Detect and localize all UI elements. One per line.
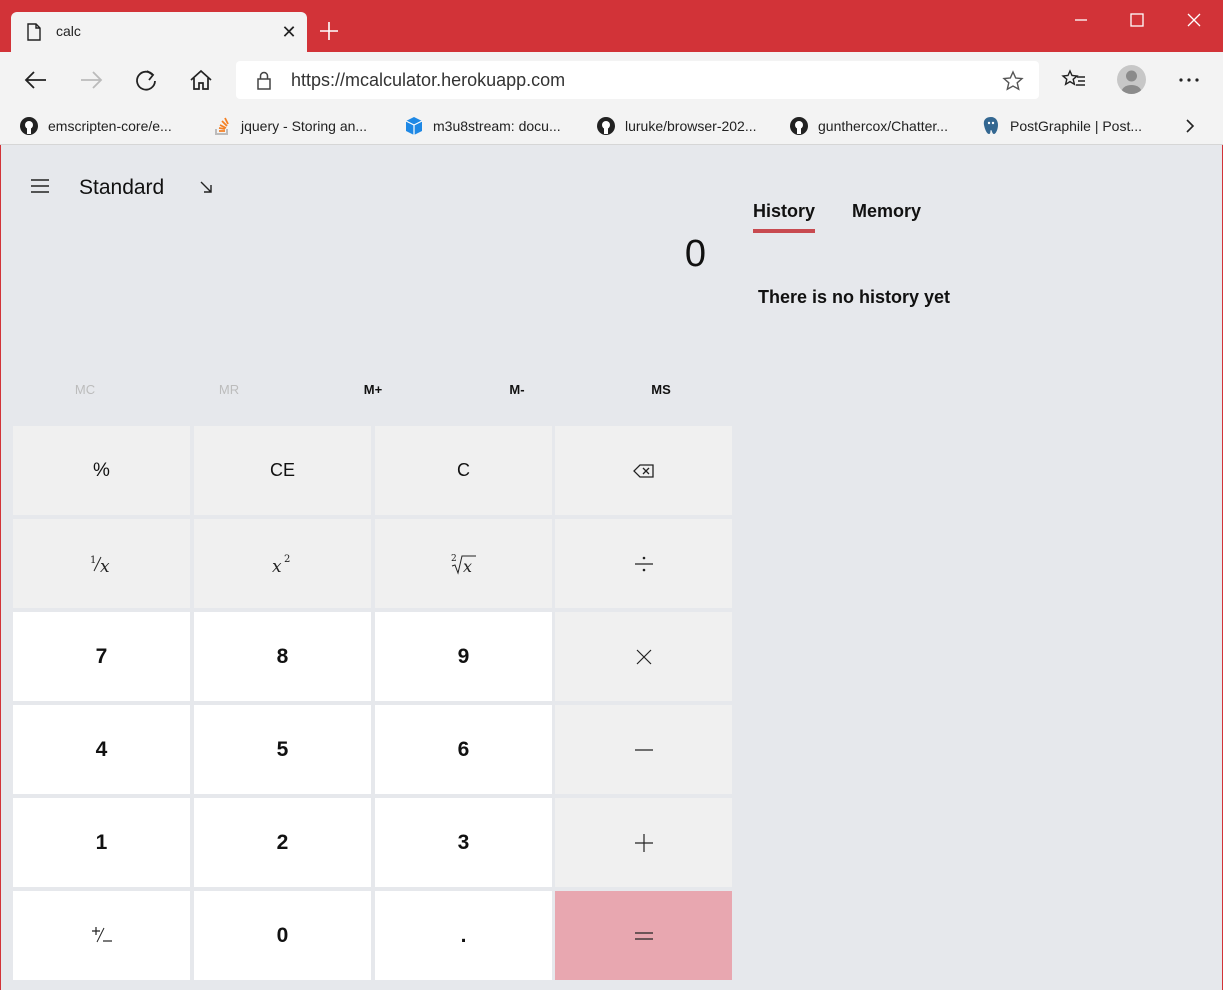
history-empty-message: There is no history yet [758,287,951,307]
address-bar[interactable]: https://mcalculator.herokuapp.com [236,61,1039,99]
memory-clear-button[interactable]: MC [13,382,157,397]
add-button[interactable] [555,798,732,887]
back-icon[interactable] [22,66,50,94]
document-icon [27,23,41,41]
tab-history[interactable]: History [753,201,815,222]
close-window-icon[interactable] [1182,8,1206,32]
bookmarks-bar: emscripten-core/e... jquery - Storing an… [0,108,1223,145]
memory-store-button[interactable]: MS [589,382,733,397]
digit-0-button[interactable]: 0 [194,891,371,980]
bookmark-label: emscripten-core/e... [48,118,172,134]
reciprocal-button[interactable]: 1 x [13,519,190,608]
more-options-icon[interactable] [1175,66,1203,94]
bookmark-label: luruke/browser-202... [625,118,757,134]
bookmark-item[interactable]: PostGraphile | Post... [981,114,1142,138]
github-icon [20,117,38,135]
digit-1-button[interactable]: 1 [13,798,190,887]
new-tab-icon[interactable] [316,18,342,44]
percent-button[interactable]: % [13,426,190,515]
keep-on-top-icon[interactable] [198,179,214,195]
home-icon[interactable] [187,66,215,94]
close-tab-icon[interactable]: ✕ [279,22,299,42]
browser-tab[interactable]: calc ✕ [11,12,307,52]
square-root-button[interactable]: 2 x [375,519,552,608]
github-icon [597,117,615,135]
equals-button[interactable] [555,891,732,980]
bookmark-item[interactable]: jquery - Storing an... [212,114,367,138]
memory-button-row: MC MR M+ M- MS [13,382,733,404]
calculator-app: Standard 0 MC MR M+ M- MS % CE C 1 x x 2… [0,145,1223,990]
clear-entry-button[interactable]: CE [194,426,371,515]
subtract-button[interactable] [555,705,732,794]
bookmark-label: PostGraphile | Post... [1010,118,1143,134]
svg-text:2: 2 [284,554,290,565]
cube-icon [405,117,423,135]
calculator-display: 0 [684,233,706,275]
multiply-button[interactable] [555,612,732,701]
active-tab-indicator [753,229,815,233]
digit-8-button[interactable]: 8 [194,612,371,701]
browser-toolbar: https://mcalculator.herokuapp.com [0,52,1223,108]
plus-icon [634,833,653,852]
negate-button[interactable] [13,891,190,980]
digit-4-button[interactable]: 4 [13,705,190,794]
postgres-icon [983,117,998,134]
bookmark-item[interactable]: gunthercox/Chatter... [789,114,948,138]
digit-3-button[interactable]: 3 [375,798,552,887]
digit-5-button[interactable]: 5 [194,705,371,794]
plus-minus-icon [91,926,112,942]
memory-subtract-button[interactable]: M- [445,382,589,397]
github-icon [790,117,808,135]
svg-text:x: x [463,557,472,576]
tab-memory[interactable]: Memory [852,201,921,222]
bookmark-item[interactable]: emscripten-core/e... [19,114,172,138]
bookmark-item[interactable]: luruke/browser-202... [596,114,757,138]
square-root-icon: 2 x [451,554,476,576]
hamburger-menu-icon[interactable] [30,179,50,193]
svg-text:x: x [100,557,110,575]
lock-icon[interactable] [254,70,274,90]
refresh-icon[interactable] [132,66,160,94]
divide-button[interactable] [555,519,732,608]
reciprocal-icon: 1 x [90,555,110,575]
profile-avatar-icon[interactable] [1117,65,1146,94]
digit-9-button[interactable]: 9 [375,612,552,701]
bookmark-label: gunthercox/Chatter... [818,118,948,134]
minimize-icon[interactable] [1069,8,1093,32]
favorite-star-icon[interactable] [1002,70,1024,92]
url-text[interactable]: https://mcalculator.herokuapp.com [291,70,565,91]
calculator-mode-title: Standard [79,176,165,199]
forward-icon[interactable] [77,66,105,94]
square-button[interactable]: x 2 [194,519,371,608]
chevron-right-icon[interactable] [1180,115,1200,137]
equals-icon [634,931,653,940]
maximize-icon[interactable] [1125,8,1149,32]
stackoverflow-icon [215,117,229,135]
digit-7-button[interactable]: 7 [13,612,190,701]
svg-text:1: 1 [90,555,96,566]
bookmark-item[interactable]: m3u8stream: docu... [404,114,561,138]
favorites-icon[interactable] [1060,66,1088,94]
svg-text:x: x [272,557,282,576]
multiply-icon [636,649,651,664]
divide-icon [634,556,653,571]
square-icon: x 2 [272,554,290,576]
backspace-icon [632,463,654,478]
svg-text:2: 2 [451,554,457,564]
title-bar: calc ✕ [0,0,1223,52]
bookmark-label: m3u8stream: docu... [433,118,561,134]
decimal-button[interactable]: . [375,891,552,980]
minus-icon [634,748,653,751]
bookmark-label: jquery - Storing an... [241,118,368,134]
digit-6-button[interactable]: 6 [375,705,552,794]
tab-title: calc [56,23,81,39]
memory-add-button[interactable]: M+ [301,382,445,397]
backspace-button[interactable] [555,426,732,515]
digit-2-button[interactable]: 2 [194,798,371,887]
memory-recall-button[interactable]: MR [157,382,301,397]
clear-button[interactable]: C [375,426,552,515]
